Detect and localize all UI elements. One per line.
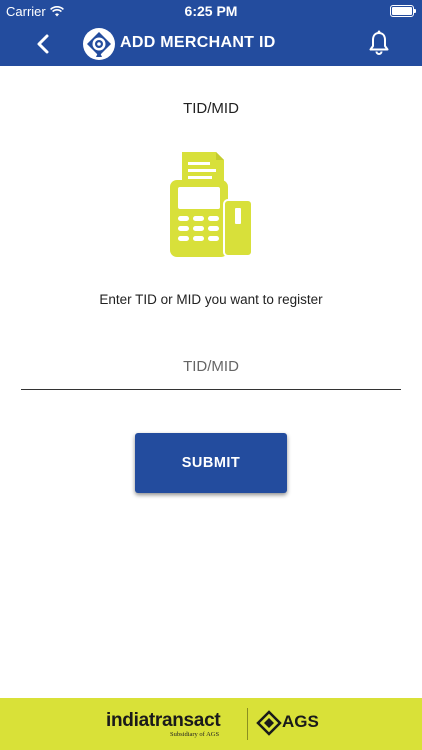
page-title: ADD MERCHANT ID	[120, 34, 276, 51]
partner-name: AGS	[282, 712, 319, 731]
tid-mid-input[interactable]	[21, 344, 401, 390]
nav-bar: ADD MERCHANT ID	[0, 27, 422, 61]
pos-terminal-icon	[170, 152, 253, 257]
ags-logo-icon	[256, 710, 282, 736]
submit-button[interactable]: SUBMIT	[135, 433, 287, 493]
app-logo	[83, 28, 115, 60]
status-bar: Carrier 6:25 PM	[0, 0, 422, 22]
instruction-text: Enter TID or MID you want to register	[99, 292, 323, 307]
brand-name: indiatransact	[106, 710, 221, 731]
section-label: TID/MID	[183, 100, 239, 117]
compass-logo-icon	[87, 32, 111, 57]
status-time: 6:25 PM	[184, 3, 238, 19]
back-button[interactable]	[32, 30, 54, 58]
app-header: Carrier 6:25 PM ADD MERCHANT ID	[0, 0, 422, 66]
notification-bell-icon[interactable]	[367, 29, 391, 57]
footer-bar: indiatransact Subsidiary of AGS AGS	[0, 698, 422, 750]
brand-subtitle: Subsidiary of AGS	[170, 731, 220, 738]
footer-divider	[247, 708, 248, 740]
battery-icon	[390, 5, 416, 17]
